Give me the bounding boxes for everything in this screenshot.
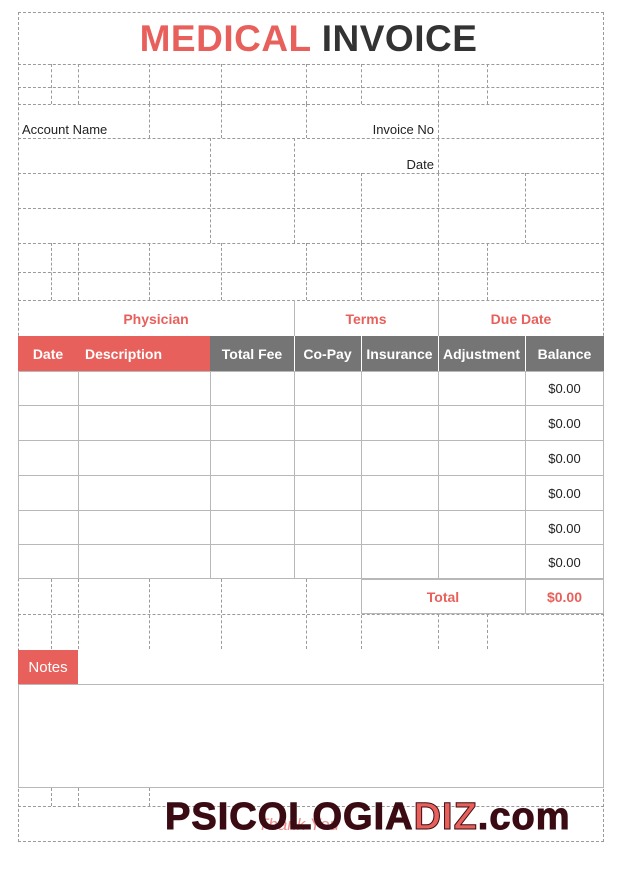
account-name-label: Account Name <box>22 122 108 137</box>
col-description: Description <box>85 345 163 362</box>
balance-cell[interactable]: $0.00 <box>525 555 604 570</box>
balance-cell[interactable]: $0.00 <box>525 521 604 536</box>
col-co-pay: Co-Pay <box>303 345 352 362</box>
title-medical: MEDICAL <box>139 18 311 59</box>
watermark-part-b: DIZ <box>413 796 478 839</box>
watermark-part-c: .com <box>477 796 571 839</box>
notes-label: Notes <box>18 650 78 685</box>
physician-label: Physician <box>123 311 189 327</box>
col-balance: Balance <box>537 345 592 362</box>
title-invoice: INVOICE <box>321 18 478 59</box>
col-date: Date <box>32 345 64 362</box>
terms-label: Terms <box>345 311 387 327</box>
watermark-part-a: PSICOLOGIA <box>165 796 414 839</box>
balance-cell[interactable]: $0.00 <box>525 381 604 396</box>
col-insurance: Insurance <box>366 345 433 362</box>
notes-box[interactable] <box>18 684 604 788</box>
balance-cell[interactable]: $0.00 <box>525 451 604 466</box>
balance-cell[interactable]: $0.00 <box>525 416 604 431</box>
col-total-fee: Total Fee <box>221 345 283 362</box>
balance-cell[interactable]: $0.00 <box>525 486 604 501</box>
total-label: Total <box>426 589 460 605</box>
col-adjustment: Adjustment <box>443 345 520 362</box>
total-value: $0.00 <box>546 589 583 605</box>
watermark-logo: PSICOLOGIADIZ.com <box>165 796 571 839</box>
due-date-label: Due Date <box>490 311 552 327</box>
invoice-no-label: Invoice No <box>372 122 434 137</box>
invoice-title: MEDICAL INVOICE <box>0 18 617 60</box>
date-label: Date <box>406 157 434 172</box>
